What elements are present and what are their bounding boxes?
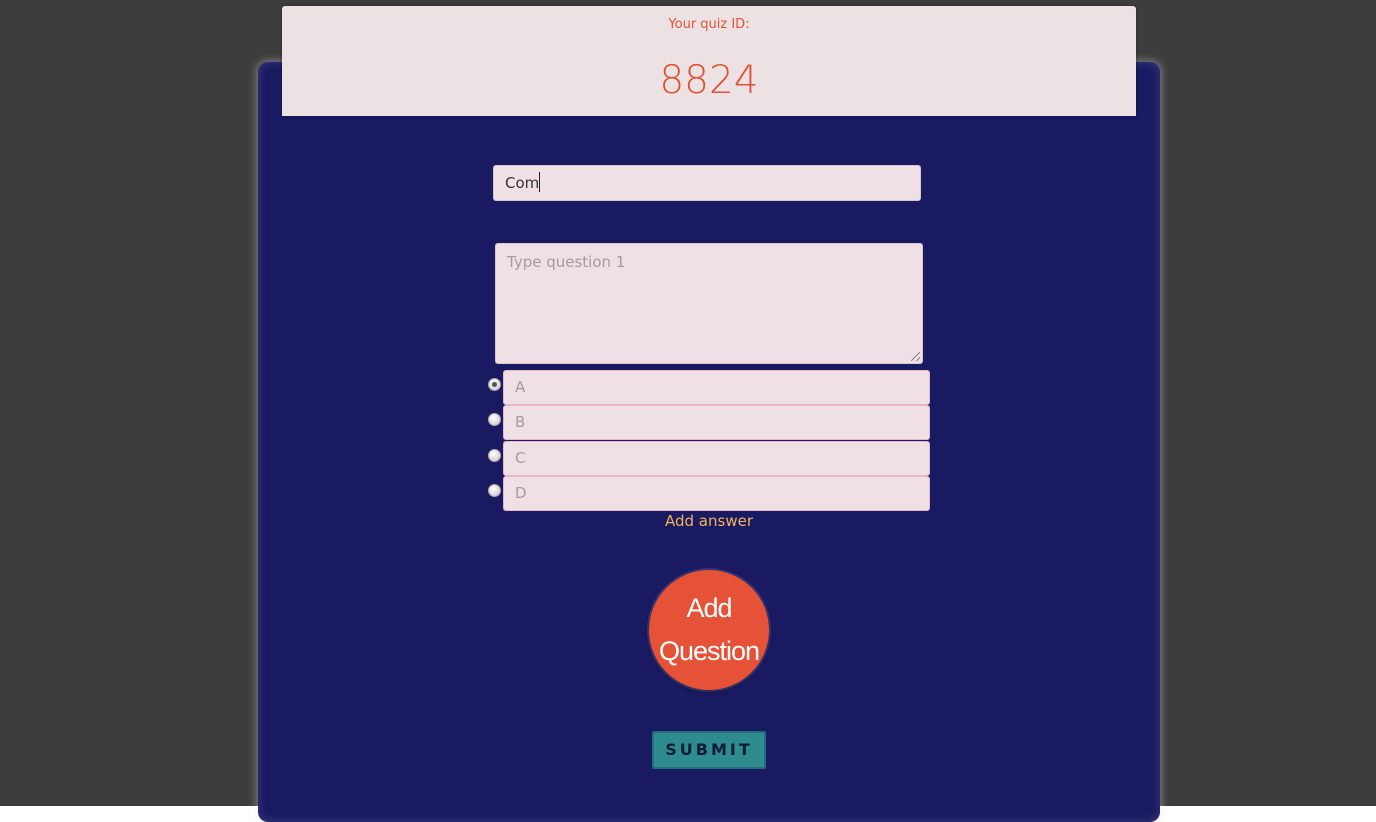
answer-placeholder: B (515, 413, 526, 431)
answer-row-d: D (486, 476, 932, 511)
answer-placeholder: C (515, 449, 526, 467)
answer-row-b: B (486, 405, 932, 440)
quiz-title-input[interactable]: Com (493, 165, 921, 201)
answer-row-a: A (486, 370, 932, 405)
quiz-id-value: 8824 (659, 58, 759, 103)
add-question-label-line1: Add (686, 593, 732, 623)
answer-row-c: C (486, 441, 932, 476)
question-textarea[interactable]: Type question 1 (495, 243, 923, 364)
answer-input-a[interactable]: A (503, 370, 930, 405)
quiz-title-value: Com (505, 174, 540, 192)
answer-radio-d[interactable] (488, 484, 501, 497)
answer-radio-a[interactable] (488, 378, 501, 391)
answer-placeholder: A (515, 378, 526, 396)
add-answer-link[interactable]: Add answer (600, 512, 818, 530)
quiz-id-label: Your quiz ID: (668, 17, 750, 32)
answer-input-d[interactable]: D (503, 476, 930, 511)
submit-button[interactable]: SUBMIT (652, 731, 766, 769)
add-question-label-line2: Question (658, 636, 760, 666)
quiz-id-card: Your quiz ID: 8824 (282, 6, 1136, 116)
answer-input-c[interactable]: C (503, 441, 930, 476)
answer-placeholder: D (515, 484, 527, 502)
resize-grip-icon[interactable] (911, 352, 920, 361)
answer-radio-b[interactable] (488, 413, 501, 426)
text-caret (539, 172, 541, 192)
question-placeholder: Type question 1 (507, 253, 626, 271)
answer-radio-c[interactable] (488, 449, 501, 462)
answer-input-b[interactable]: B (503, 405, 930, 440)
add-question-button[interactable]: Add Question (649, 570, 769, 690)
